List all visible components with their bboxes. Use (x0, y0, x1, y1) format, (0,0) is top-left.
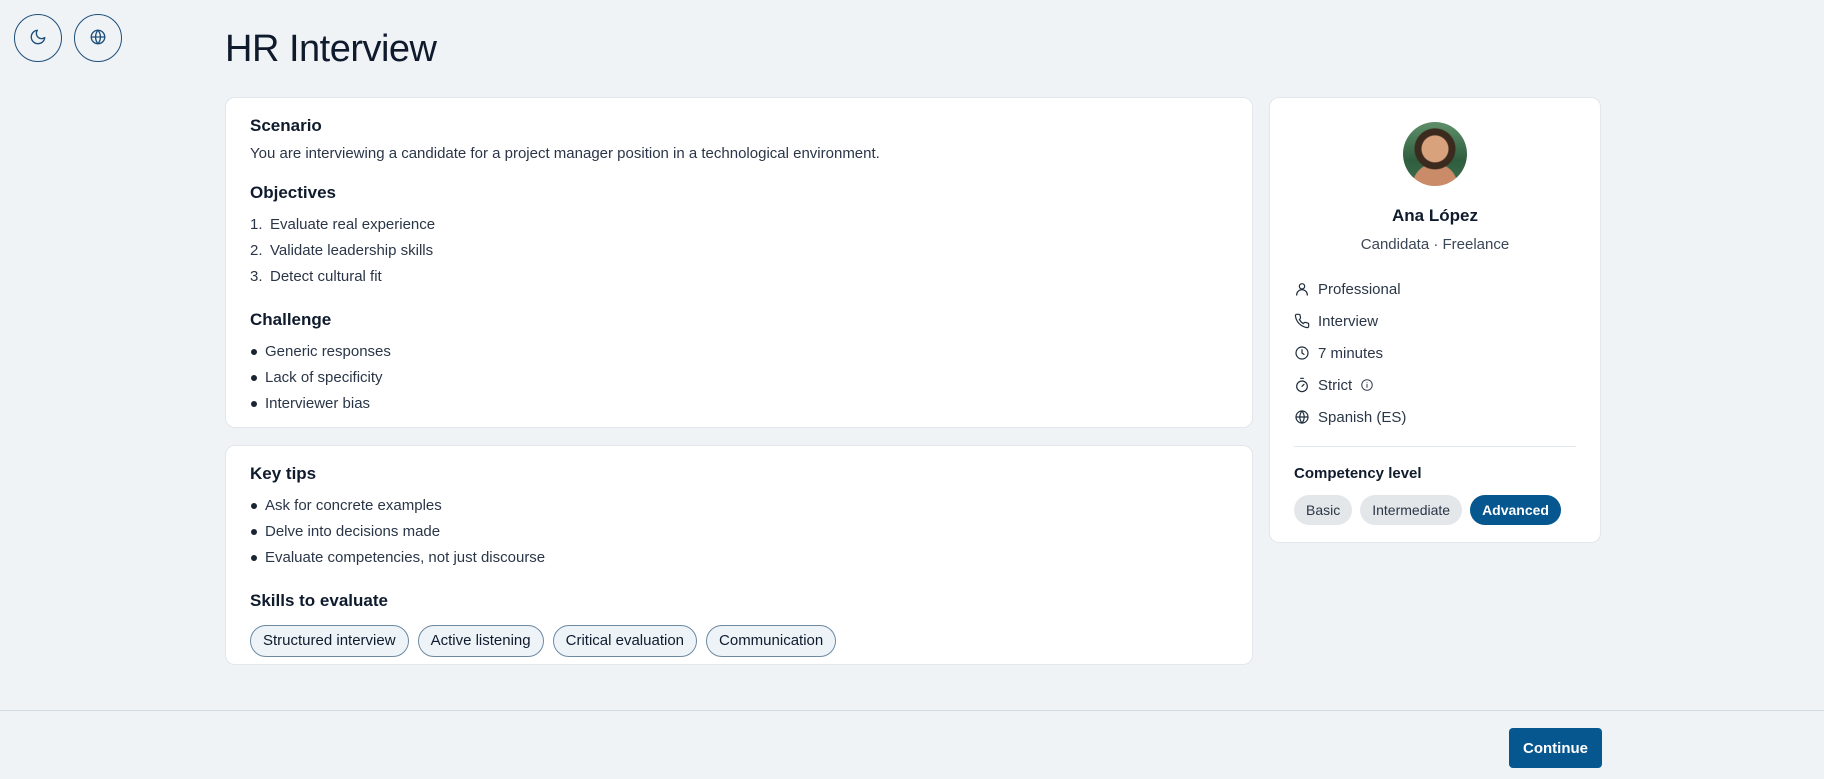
scenario-text: You are interviewing a candidate for a p… (250, 145, 880, 162)
bullet-icon (251, 375, 257, 381)
skill-chip: Active listening (417, 625, 544, 657)
level-basic-button[interactable]: Basic (1294, 495, 1353, 525)
globe-icon (1294, 409, 1318, 425)
tip-item: Ask for concrete examples (250, 493, 1228, 519)
detail-mode: Strict (1294, 369, 1576, 401)
detail-type: Interview (1294, 305, 1576, 337)
tips-card: Key tips Ask for concrete examples Delve… (225, 445, 1253, 665)
moon-icon (29, 28, 47, 49)
skills-title: Skills to evaluate (250, 591, 388, 610)
skill-chip: Communication (706, 625, 837, 657)
timer-icon (1294, 377, 1318, 393)
challenge-title: Challenge (250, 310, 332, 329)
tips-title: Key tips (250, 464, 317, 483)
competency-title: Competency level (1294, 465, 1422, 482)
challenge-item: Interviewer bias (250, 391, 1228, 417)
tip-item: Evaluate competencies, not just discours… (250, 545, 1228, 571)
bullet-icon (251, 529, 257, 535)
bullet-icon (251, 349, 257, 355)
candidate-profile-card: Ana López Candidata · Freelance Professi… (1269, 97, 1601, 543)
phone-icon (1294, 313, 1318, 329)
page-title: HR Interview (225, 28, 437, 70)
bullet-icon (251, 555, 257, 561)
level-advanced-button[interactable]: Advanced (1470, 495, 1561, 525)
continue-button[interactable]: Continue (1509, 728, 1602, 768)
bullet-icon (251, 503, 257, 509)
bullet-icon (251, 401, 257, 407)
globe-icon (89, 28, 107, 49)
candidate-subtitle: Candidata · Freelance (1360, 236, 1510, 253)
candidate-name: Ana López (1392, 206, 1478, 225)
detail-duration: 7 minutes (1294, 337, 1576, 369)
competency-level-selector: Basic Intermediate Advanced (1294, 495, 1576, 525)
info-icon[interactable] (1360, 378, 1374, 392)
detail-role: Professional (1294, 273, 1576, 305)
tips-list: Ask for concrete examples Delve into dec… (250, 493, 1228, 571)
objective-item: 1. Evaluate real experience (250, 216, 436, 233)
footer-divider (0, 710, 1824, 711)
clock-icon (1294, 345, 1318, 361)
scenario-card: Scenario You are interviewing a candidat… (225, 97, 1253, 428)
scenario-title: Scenario (250, 116, 322, 135)
detail-language: Spanish (ES) (1294, 401, 1576, 433)
challenge-list: Generic responses Lack of specificity In… (250, 339, 1228, 417)
challenge-item: Lack of specificity (250, 365, 1228, 391)
challenge-item: Generic responses (250, 339, 1228, 365)
objective-item: 2. Validate leadership skills (250, 242, 434, 259)
objectives-title: Objectives (250, 183, 336, 202)
level-intermediate-button[interactable]: Intermediate (1360, 495, 1463, 525)
divider (1294, 446, 1576, 447)
skill-chip: Structured interview (250, 625, 409, 657)
tip-item: Delve into decisions made (250, 519, 1228, 545)
avatar (1403, 122, 1467, 186)
theme-toggle-button[interactable] (14, 14, 62, 62)
language-button[interactable] (74, 14, 122, 62)
skills-chips: Structured interview Active listening Cr… (250, 625, 1228, 657)
objective-item: 3. Detect cultural fit (250, 268, 382, 285)
skill-chip: Critical evaluation (552, 625, 698, 657)
objectives-list: 1. Evaluate real experience 2. Validate le… (250, 212, 1228, 290)
user-icon (1294, 281, 1318, 297)
